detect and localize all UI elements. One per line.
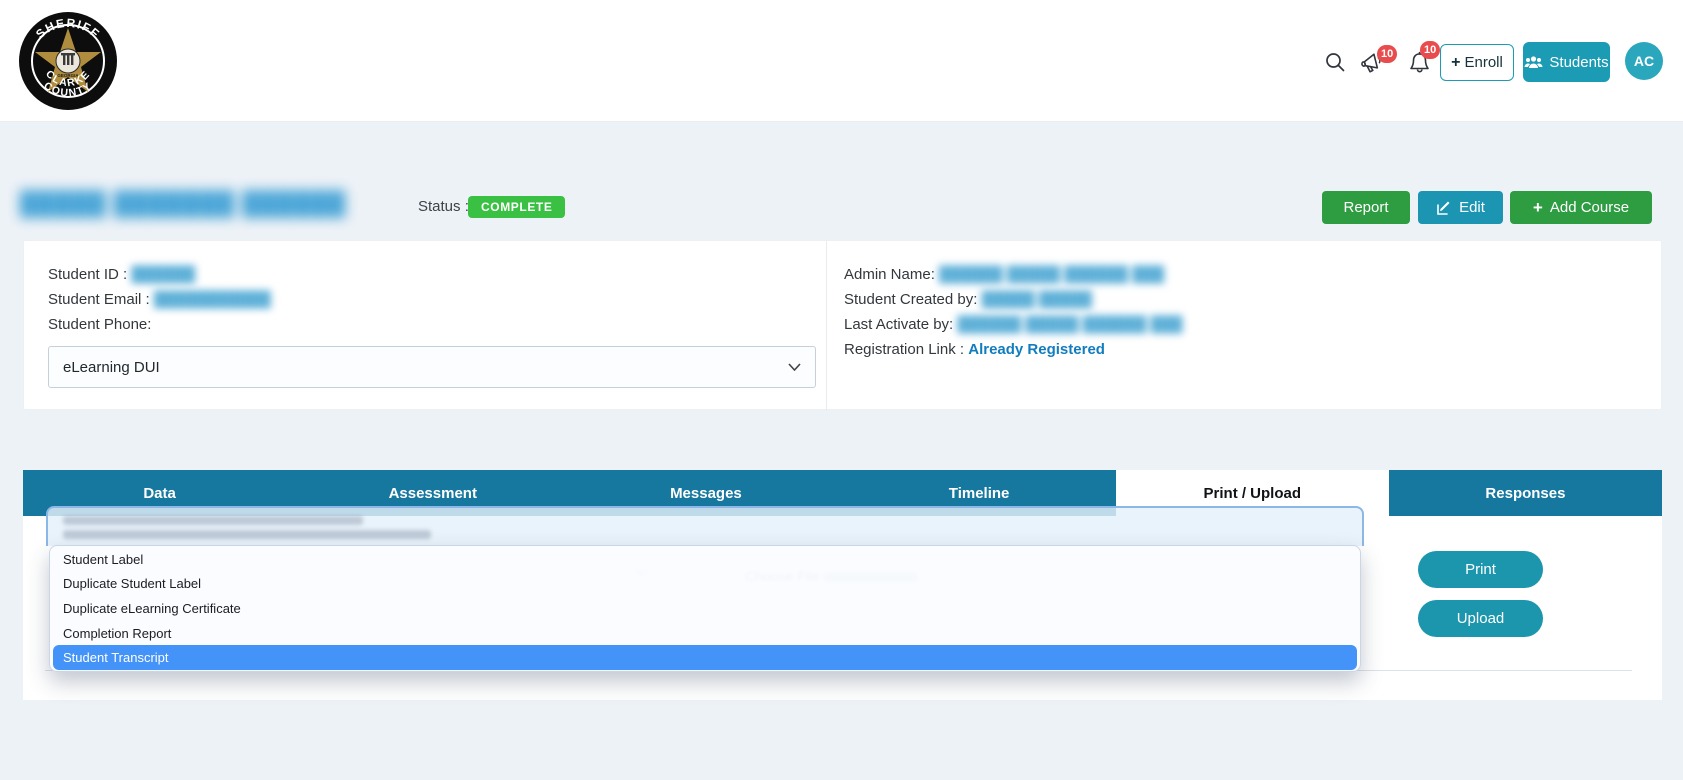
report-button-label: Report — [1343, 199, 1388, 216]
tab-responses[interactable]: Responses — [1389, 470, 1662, 516]
ghost-label-redacted — [63, 516, 363, 525]
course-select-value: eLearning DUI — [63, 359, 160, 376]
last-activate-label: Last Activate by: — [844, 316, 953, 333]
upload-button[interactable]: Upload — [1418, 600, 1543, 637]
course-select[interactable]: eLearning DUI — [48, 346, 816, 388]
admin-name-label: Admin Name: — [844, 266, 935, 283]
status-label: Status : — [418, 198, 469, 215]
chevron-down-icon — [788, 363, 801, 371]
add-course-button[interactable]: + Add Course — [1510, 191, 1652, 224]
student-info-card: Student ID : ██████ Student Email : ████… — [23, 240, 1662, 410]
document-select-options: Student Label Duplicate Student Label Du… — [49, 545, 1361, 672]
edit-button-label: Edit — [1459, 199, 1485, 216]
status-badge: COMPLETE — [468, 196, 565, 218]
students-button[interactable]: Students — [1523, 42, 1610, 82]
student-email-value-redacted: ███████████ — [154, 291, 271, 308]
edit-pencil-icon — [1436, 200, 1452, 216]
bell-notification-badge[interactable]: 10 — [1420, 41, 1440, 59]
student-id-value-redacted: ██████ — [131, 266, 195, 283]
add-course-button-label: Add Course — [1550, 199, 1629, 216]
card-divider — [826, 241, 827, 411]
report-button[interactable]: Report — [1322, 191, 1410, 224]
student-phone-label: Student Phone: — [48, 316, 151, 333]
option-duplicate-elearning-certificate[interactable]: Duplicate eLearning Certificate — [50, 596, 1360, 621]
plus-icon: + — [1533, 198, 1543, 218]
student-id-label: Student ID : — [48, 266, 127, 283]
students-group-icon — [1524, 55, 1543, 70]
created-by-value-redacted: █████ █████ — [982, 291, 1092, 308]
registration-link-label: Registration Link : — [844, 341, 964, 358]
app-header: GEORGIA SHERIFF CLARKE COUNTY 10 10 + En… — [0, 0, 1683, 122]
enroll-button-label: Enroll — [1464, 54, 1502, 71]
plus-icon: + — [1451, 54, 1460, 72]
created-by-label: Student Created by: — [844, 291, 977, 308]
document-select-focused[interactable] — [46, 506, 1364, 546]
admin-name-value-redacted: ██████ █████ ██████ ███ — [939, 266, 1164, 283]
last-activate-value-redacted: ██████ █████ ██████ ███ — [957, 316, 1182, 333]
option-student-label[interactable]: Student Label — [50, 547, 1360, 572]
ghost-label-redacted — [63, 530, 431, 539]
enroll-button[interactable]: + Enroll — [1440, 44, 1514, 81]
option-duplicate-student-label[interactable]: Duplicate Student Label — [50, 572, 1360, 597]
students-button-label: Students — [1549, 54, 1608, 71]
edit-button[interactable]: Edit — [1418, 191, 1503, 224]
student-name-redacted: █████ ███████ ██████ — [20, 190, 346, 217]
print-button-label: Print — [1465, 561, 1496, 578]
sheriff-clarke-county-logo: GEORGIA SHERIFF CLARKE COUNTY — [18, 11, 118, 111]
option-completion-report[interactable]: Completion Report — [50, 621, 1360, 646]
search-icon[interactable] — [1324, 51, 1346, 73]
option-student-transcript-selected[interactable]: Student Transcript — [53, 645, 1357, 670]
megaphone-notification-badge[interactable]: 10 — [1377, 45, 1397, 63]
student-email-label: Student Email : — [48, 291, 150, 308]
document-select-open-dropdown: Student Label Duplicate Student Label Du… — [46, 506, 1364, 672]
registration-link-value[interactable]: Already Registered — [968, 341, 1105, 358]
user-avatar[interactable]: AC — [1625, 42, 1663, 80]
print-button[interactable]: Print — [1418, 551, 1543, 588]
upload-button-label: Upload — [1457, 610, 1505, 627]
